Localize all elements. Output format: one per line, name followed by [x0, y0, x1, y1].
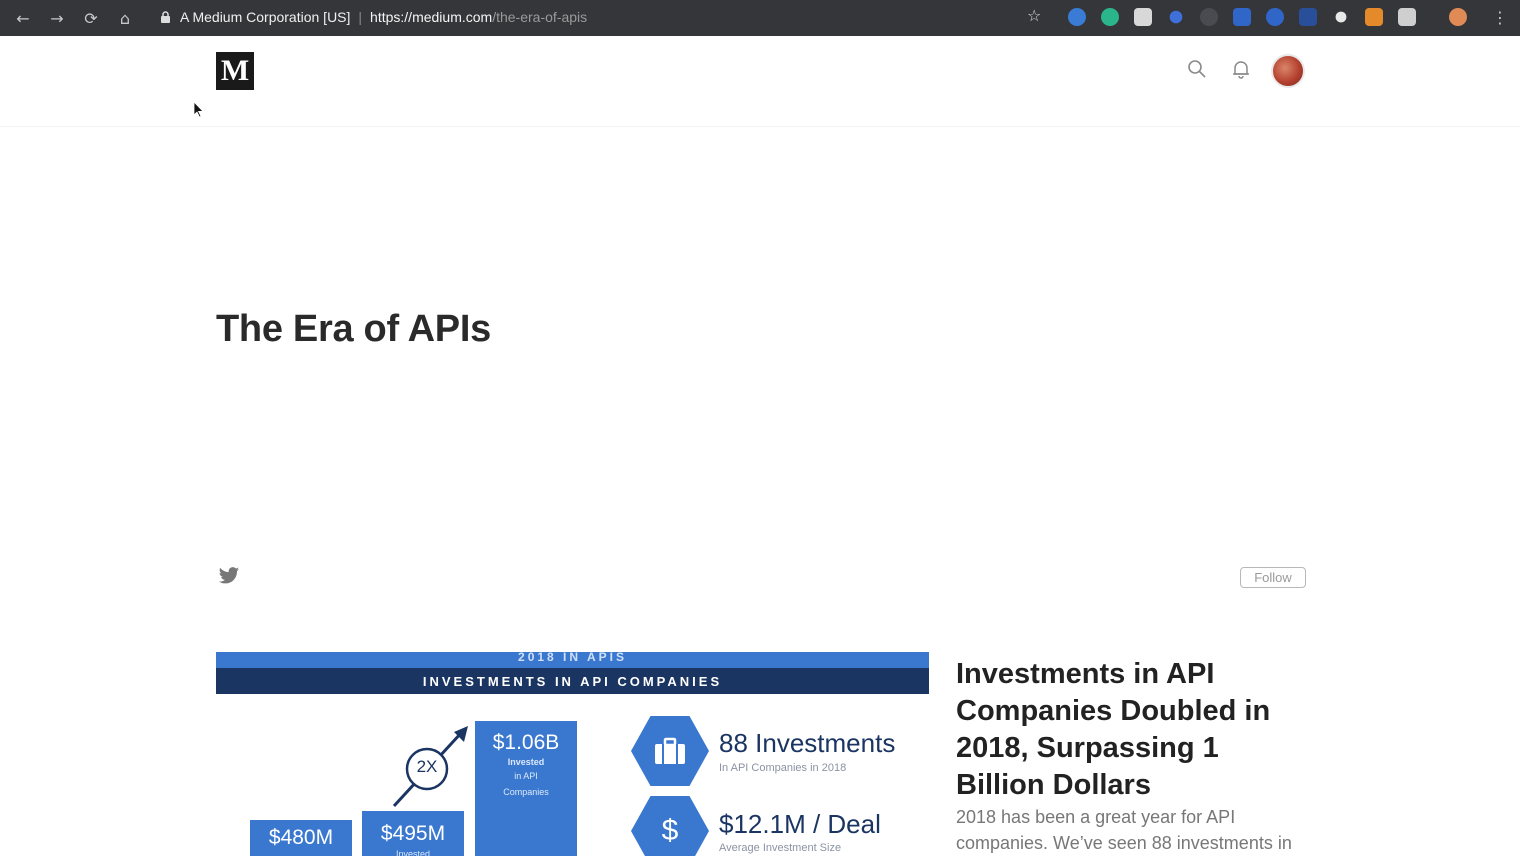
lock-icon: [160, 11, 172, 23]
extension-icon[interactable]: [1398, 8, 1416, 26]
bar-subtext: Invested: [507, 757, 545, 767]
extension-icon[interactable]: [1169, 10, 1183, 24]
briefcase-icon: [631, 716, 709, 786]
bar-2017-h2: $495M Invested: [362, 811, 464, 856]
twitter-icon[interactable]: [218, 566, 240, 586]
featured-image[interactable]: 2018 IN APIS INVESTMENTS IN API COMPANIE…: [216, 652, 929, 856]
star-icon[interactable]: ☆: [1027, 6, 1041, 25]
extension-icon[interactable]: [1299, 8, 1317, 26]
reload-button[interactable]: ⟳: [80, 7, 102, 29]
stat-subtext: In API Companies in 2018: [719, 762, 847, 774]
bar-value: $480M: [268, 826, 334, 849]
extension-icon[interactable]: [1335, 11, 1347, 23]
bar-2017-h1: $480M: [250, 820, 352, 856]
article-title[interactable]: Investments in API Companies Doubled in …: [956, 656, 1306, 804]
bar-value: $1.06B: [492, 731, 560, 754]
mouse-cursor-icon: [193, 101, 204, 118]
back-button[interactable]: ←: [12, 7, 34, 29]
bar-subtext: Invested: [395, 849, 431, 856]
bar-subtext: in API: [514, 771, 538, 781]
medium-logo[interactable]: M: [216, 52, 254, 90]
extension-icon[interactable]: [1068, 8, 1086, 26]
extension-icon[interactable]: [1233, 8, 1251, 26]
site-identity: A Medium Corporation [US]: [180, 9, 351, 25]
url-host: https://medium.com: [370, 9, 493, 25]
stat-value: 88 Investments: [719, 728, 896, 758]
profile-icon[interactable]: [1449, 8, 1467, 26]
article-excerpt[interactable]: 2018 has been a great year for API compa…: [956, 804, 1306, 856]
bell-icon[interactable]: [1230, 58, 1252, 80]
infographic-heading: INVESTMENTS IN API COMPANIES: [216, 668, 929, 694]
url-path: /the-era-of-apis: [492, 9, 588, 25]
page-title: The Era of APIs: [216, 308, 491, 350]
multiplier-label: 2X: [416, 757, 438, 776]
address-bar[interactable]: A Medium Corporation [US] | https://medi…: [150, 4, 1060, 30]
home-button[interactable]: ⌂: [114, 7, 136, 29]
extension-icon[interactable]: [1365, 8, 1383, 26]
bar-2018: $1.06B Invested in API Companies: [475, 721, 577, 856]
bar-value: $495M: [380, 822, 446, 845]
follow-button[interactable]: Follow: [1240, 567, 1306, 588]
forward-button[interactable]: →: [46, 7, 68, 29]
browser-menu-button[interactable]: ⋮: [1492, 8, 1508, 27]
extension-icon[interactable]: [1134, 8, 1152, 26]
extension-icon[interactable]: [1266, 8, 1284, 26]
address-separator: |: [358, 9, 363, 25]
extensions-area: [1068, 8, 1467, 26]
bar-subtext: Companies: [503, 787, 549, 797]
header-divider: [0, 126, 1520, 127]
avatar[interactable]: [1271, 54, 1305, 88]
extension-icon[interactable]: [1101, 8, 1119, 26]
extension-icon[interactable]: [1200, 8, 1218, 26]
browser-toolbar: ← → ⟳ ⌂ A Medium Corporation [US] | http…: [0, 0, 1520, 36]
infographic-kicker: 2018 IN APIS: [216, 652, 929, 668]
stat-subtext: Average Investment Size: [719, 842, 842, 854]
dollar-icon: $: [631, 796, 709, 856]
search-icon[interactable]: [1186, 58, 1208, 80]
stat-value: $12.1M / Deal: [719, 809, 881, 839]
